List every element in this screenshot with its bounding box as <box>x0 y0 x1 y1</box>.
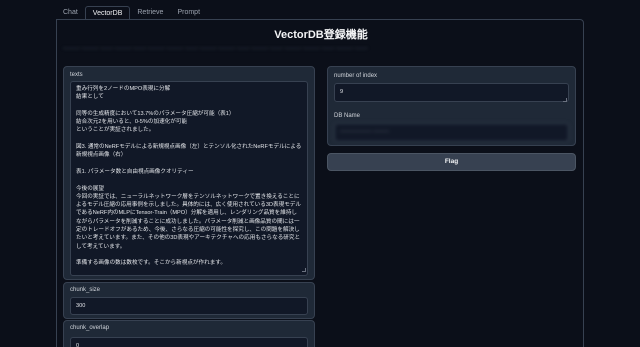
flag-button[interactable]: Flag <box>327 153 576 171</box>
chunk-size-input[interactable]: 300 <box>70 297 308 315</box>
number-of-index-input[interactable]: 9 <box>334 83 569 102</box>
tab-vectordb[interactable]: VectorDB <box>84 6 131 20</box>
resize-handle-icon[interactable] <box>563 98 567 102</box>
texts-card: texts 重み行列を2ノードのMPO表現に分解 結果として 同等の生成精度にお… <box>63 66 315 280</box>
chunk-overlap-input[interactable]: 0 <box>70 337 308 347</box>
chunk-overlap-label: chunk_overlap <box>70 325 110 331</box>
page-description: ──── ──── ─── ──── ─── ──── ──── ─── ───… <box>63 46 368 52</box>
number-of-index-label: number of index <box>334 73 378 79</box>
texts-textarea[interactable]: 重み行列を2ノードのMPO表現に分解 結果として 同等の生成精度において13.7… <box>70 81 308 276</box>
db-name-input[interactable]: ──────── ──── <box>334 123 569 142</box>
tab-retrieve[interactable]: Retrieve <box>130 6 170 20</box>
resize-handle-icon[interactable] <box>302 268 306 272</box>
page-title: VectorDB登録機能 <box>274 29 368 41</box>
chunk-size-label: chunk_size <box>70 287 101 293</box>
chunk-size-card: chunk_size 300 <box>63 282 315 319</box>
chunk-overlap-card: chunk_overlap 0 <box>63 320 315 347</box>
tab-bar: Chat VectorDB Retrieve Prompt <box>56 6 207 20</box>
tab-prompt[interactable]: Prompt <box>170 6 207 20</box>
tab-chat[interactable]: Chat <box>56 6 85 20</box>
settings-card: number of index 9 DB Name ──────── ──── <box>327 66 576 146</box>
texts-label: texts <box>70 72 83 78</box>
db-name-label: DB Name <box>334 113 361 119</box>
